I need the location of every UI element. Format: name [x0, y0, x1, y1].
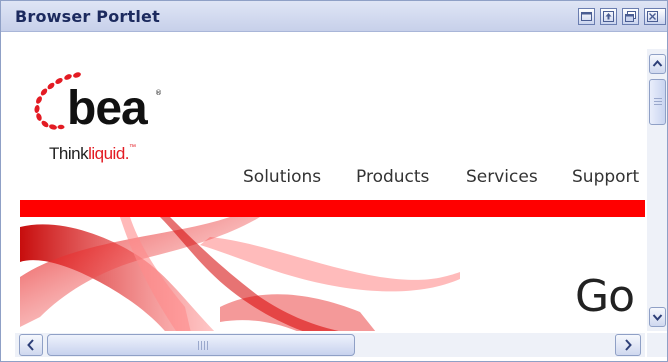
vertical-scroll-thumb[interactable] [649, 79, 666, 125]
nav-link-solutions[interactable]: Solutions [243, 167, 321, 187]
nav-link-products[interactable]: Products [356, 167, 429, 187]
scroll-right-button[interactable] [615, 334, 641, 356]
chevron-up-icon [652, 59, 663, 67]
minimize-icon [581, 12, 592, 21]
hero-headline: Go [575, 271, 635, 322]
scroll-up-button[interactable] [649, 54, 666, 74]
close-button[interactable] [644, 8, 666, 25]
browser-viewport: bea ® Thinkliquid.™ Solutions Products S… [15, 49, 645, 331]
trademark-mark: ™ [129, 144, 136, 151]
browser-portlet: Browser Portlet bea ® Thinkliquid.™ Solu… [0, 0, 668, 362]
scroll-down-button[interactable] [649, 307, 666, 327]
close-icon [647, 11, 658, 22]
scroll-left-button[interactable] [19, 334, 43, 356]
restore-icon [625, 11, 636, 22]
portlet-titlebar: Browser Portlet [1, 1, 667, 32]
horizontal-scrollbar[interactable] [15, 333, 645, 357]
minimize-button[interactable] [578, 8, 595, 25]
tagline-prefix: Think [49, 144, 89, 163]
bea-wordmark: bea [67, 82, 148, 135]
chevron-right-icon [625, 339, 632, 351]
vertical-scrollbar[interactable] [647, 49, 667, 331]
nav-divider-bar [20, 200, 645, 217]
nav-link-services[interactable]: Services [466, 167, 538, 187]
restore-button[interactable] [622, 8, 639, 25]
nav-link-support[interactable]: Support [572, 167, 639, 187]
horizontal-scroll-thumb[interactable] [47, 334, 355, 356]
tagline-highlight: liquid. [88, 144, 129, 163]
chevron-left-icon [27, 339, 34, 351]
hero-banner[interactable]: Go [20, 217, 645, 331]
registered-mark: ® [155, 89, 162, 97]
portlet-title: Browser Portlet [15, 7, 160, 26]
bea-logo[interactable]: bea ® Thinkliquid.™ [21, 69, 171, 169]
scrollbar-corner [647, 333, 667, 357]
maximize-icon [603, 11, 614, 22]
hero-smoke-image [20, 217, 460, 331]
logo-tagline: Thinkliquid.™ [49, 144, 136, 164]
chevron-down-icon [652, 314, 663, 322]
maximize-button[interactable] [600, 8, 617, 25]
